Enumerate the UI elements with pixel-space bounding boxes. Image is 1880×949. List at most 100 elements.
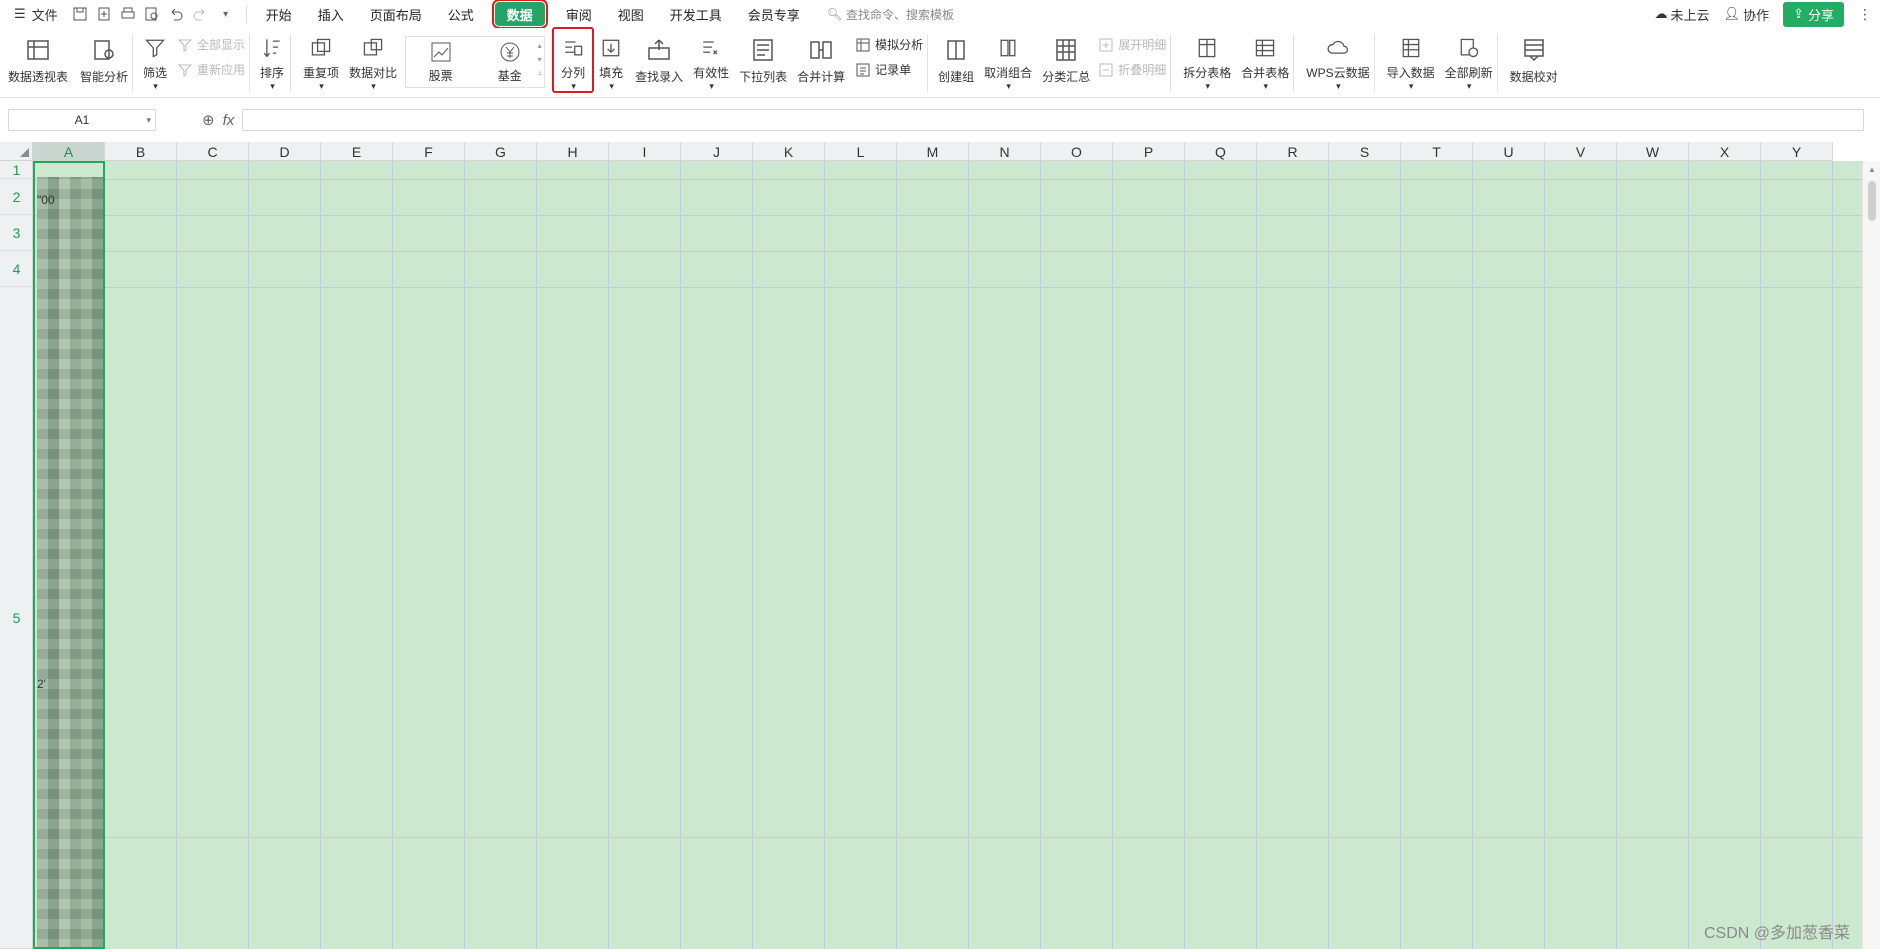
column-gridline xyxy=(248,161,249,949)
lookup-entry-label: 查找录入 xyxy=(635,70,684,84)
tab-developer[interactable]: 开发工具 xyxy=(658,2,734,26)
record-form-button[interactable]: 记录单 xyxy=(855,61,923,78)
collapse-detail-button[interactable]: 折叠明细 xyxy=(1098,61,1166,78)
duplicates-button[interactable]: 重复项 xyxy=(303,28,339,92)
column-gridline xyxy=(608,161,609,949)
export-pdf-icon[interactable] xyxy=(93,3,115,25)
tab-member[interactable]: 会员专享 xyxy=(736,2,812,26)
file-menu[interactable]: ☰ 文件 xyxy=(0,0,68,28)
redo-icon[interactable] xyxy=(189,3,211,25)
wps-cloud-data-button[interactable]: WPS云数据 xyxy=(1306,28,1370,92)
validity-button[interactable]: 有效性 xyxy=(693,28,729,92)
cell-area[interactable]: "00 2' xyxy=(33,161,1862,949)
row-header[interactable]: 1 xyxy=(0,161,33,179)
vertical-scrollbar[interactable]: ▲ xyxy=(1862,161,1880,949)
show-all-button[interactable]: 全部显示 xyxy=(177,36,245,53)
column-header[interactable]: H xyxy=(537,142,609,161)
fund-button[interactable]: 基金 xyxy=(475,41,544,84)
tab-formulas[interactable]: 公式 xyxy=(436,2,486,26)
column-header[interactable]: P xyxy=(1113,142,1185,161)
lookup-entry-button[interactable]: 查找录入 xyxy=(635,28,683,92)
name-box[interactable]: A1 ▾ xyxy=(8,109,156,131)
save-icon[interactable] xyxy=(69,3,91,25)
column-header[interactable]: S xyxy=(1329,142,1401,161)
more-options-icon[interactable]: ⋮ xyxy=(1858,6,1872,23)
fill-label: 填充 xyxy=(599,66,624,80)
search-placeholder: 查找命令、搜索模板 xyxy=(846,7,955,22)
column-header[interactable]: Q xyxy=(1185,142,1257,161)
merge-table-button[interactable]: 合并表格 xyxy=(1241,28,1289,92)
tab-review[interactable]: 审阅 xyxy=(554,2,604,26)
fx-icon[interactable]: fx xyxy=(223,112,235,129)
formula-input[interactable] xyxy=(242,109,1865,131)
consolidate-button[interactable]: 合并计算 xyxy=(797,28,845,92)
column-gridline xyxy=(1256,161,1257,949)
create-group-button[interactable]: 创建组 xyxy=(938,28,974,92)
column-header[interactable]: X xyxy=(1689,142,1761,161)
column-header[interactable]: D xyxy=(249,142,321,161)
scroll-up-icon[interactable]: ▲ xyxy=(1868,165,1876,174)
zoom-search-icon[interactable]: ⊕ xyxy=(202,111,215,129)
gallery-scroll-icon[interactable]: ▴ ▾ ⩡ xyxy=(538,39,543,81)
expand-detail-button[interactable]: 展开明细 xyxy=(1098,36,1166,53)
row-header[interactable]: 3 xyxy=(0,215,33,251)
dropdown-list-button[interactable]: 下拉列表 xyxy=(739,28,787,92)
scroll-thumb[interactable] xyxy=(1868,181,1876,221)
column-header[interactable]: Y xyxy=(1761,142,1833,161)
print-icon[interactable] xyxy=(117,3,139,25)
row-header[interactable]: 2 xyxy=(0,179,33,215)
subtotal-button[interactable]: 分类汇总 xyxy=(1042,28,1090,92)
column-header[interactable]: V xyxy=(1545,142,1617,161)
column-header[interactable]: J xyxy=(681,142,753,161)
chevron-down-icon[interactable]: ▾ xyxy=(146,115,151,126)
tab-data[interactable]: 数据 xyxy=(491,0,548,29)
split-column-button[interactable]: 分列 xyxy=(552,27,595,93)
tab-view[interactable]: 视图 xyxy=(606,2,656,26)
fill-button[interactable]: 填充 xyxy=(597,28,625,92)
column-header[interactable]: A xyxy=(33,142,105,161)
column-header[interactable]: O xyxy=(1041,142,1113,161)
undo-icon[interactable] xyxy=(165,3,187,25)
column-header[interactable]: K xyxy=(753,142,825,161)
stock-button[interactable]: 股票 xyxy=(406,41,475,84)
column-header[interactable]: I xyxy=(609,142,681,161)
share-button[interactable]: ⇪ 分享 xyxy=(1783,1,1844,27)
column-header[interactable]: E xyxy=(321,142,393,161)
simulate-analysis-button[interactable]: 模拟分析 xyxy=(855,36,923,53)
column-header[interactable]: G xyxy=(465,142,537,161)
data-proofread-button[interactable]: 数据校对 xyxy=(1510,28,1558,92)
column-header[interactable]: F xyxy=(393,142,465,161)
import-data-button[interactable]: 导入数据 xyxy=(1387,28,1435,92)
column-header[interactable]: C xyxy=(177,142,249,161)
quick-access-dropdown-icon[interactable]: ▾ xyxy=(213,3,239,25)
sort-button[interactable]: 排序 xyxy=(258,28,286,92)
split-table-button[interactable]: 拆分表格 xyxy=(1183,28,1231,92)
show-all-label: 全部显示 xyxy=(197,38,246,52)
cloud-status[interactable]: ☁ 未上云 xyxy=(1655,5,1710,24)
tab-page-layout[interactable]: 页面布局 xyxy=(358,2,434,26)
reapply-button[interactable]: 重新应用 xyxy=(177,61,245,78)
tab-home[interactable]: 开始 xyxy=(254,2,304,26)
smart-analysis-button[interactable]: 智能分析 xyxy=(80,28,128,92)
column-header[interactable]: W xyxy=(1617,142,1689,161)
pivot-table-button[interactable]: 数据透视表 xyxy=(8,28,68,92)
collab-button[interactable]: 👤︎ 协作 xyxy=(1724,5,1770,24)
row-header[interactable]: 5 xyxy=(0,287,33,949)
ungroup-button[interactable]: 取消组合 xyxy=(984,28,1032,92)
refresh-all-button[interactable]: 全部刷新 xyxy=(1445,28,1493,92)
row-header[interactable]: 4 xyxy=(0,251,33,287)
select-all-corner[interactable] xyxy=(0,142,33,161)
command-search[interactable]: 🔍︎ 查找命令、搜索模板 xyxy=(827,6,954,23)
column-header[interactable]: T xyxy=(1401,142,1473,161)
column-header[interactable]: M xyxy=(897,142,969,161)
data-compare-button[interactable]: 数据对比 xyxy=(349,28,397,92)
filter-button[interactable]: 筛选 xyxy=(141,28,169,92)
selected-column-a[interactable]: "00 2' xyxy=(33,161,105,949)
column-header[interactable]: U xyxy=(1473,142,1545,161)
print-preview-icon[interactable] xyxy=(141,3,163,25)
tab-insert[interactable]: 插入 xyxy=(306,2,356,26)
column-header[interactable]: B xyxy=(105,142,177,161)
column-header[interactable]: R xyxy=(1257,142,1329,161)
column-header[interactable]: L xyxy=(825,142,897,161)
column-header[interactable]: N xyxy=(969,142,1041,161)
